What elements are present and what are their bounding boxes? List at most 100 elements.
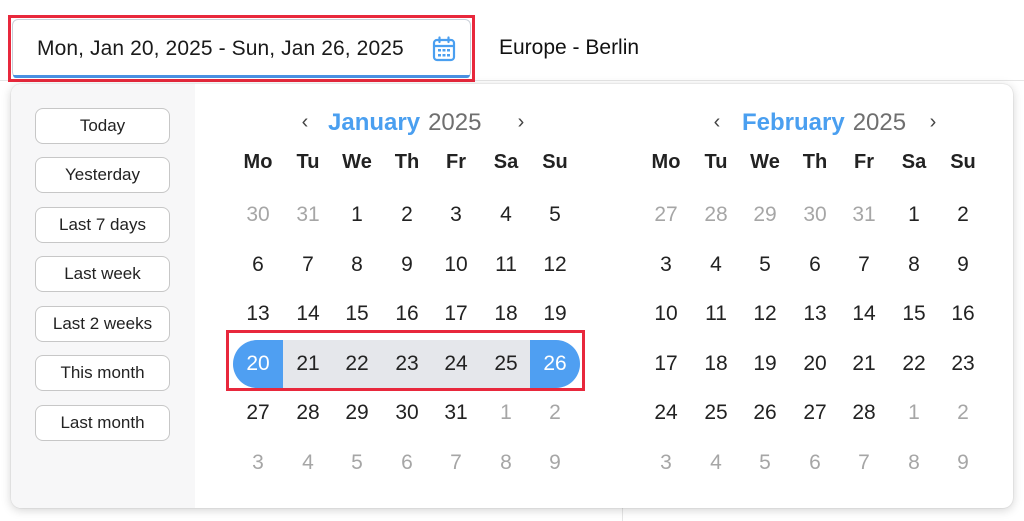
next-month-button[interactable]: ›	[926, 111, 940, 134]
day-cell-in-range[interactable]: 21	[283, 342, 333, 386]
month-year[interactable]: 2025	[853, 109, 906, 136]
day-cell[interactable]: 2	[382, 193, 432, 237]
day-cell[interactable]: 9	[938, 441, 988, 485]
day-cell[interactable]: 27	[641, 193, 691, 237]
day-cell[interactable]: 8	[481, 441, 531, 485]
day-cell[interactable]: 4	[481, 193, 531, 237]
day-cell[interactable]: 22	[889, 342, 939, 386]
day-cell[interactable]: 20	[790, 342, 840, 386]
day-cell[interactable]: 28	[283, 391, 333, 435]
preset-last-2-weeks-button[interactable]: Last 2 weeks	[35, 306, 170, 342]
day-cell[interactable]: 18	[691, 342, 741, 386]
day-cell[interactable]: 26	[740, 391, 790, 435]
day-cell[interactable]: 3	[233, 441, 283, 485]
day-cell[interactable]: 31	[283, 193, 333, 237]
prev-month-button[interactable]: ‹	[710, 111, 724, 134]
day-cell[interactable]: 6	[382, 441, 432, 485]
day-cell[interactable]: 28	[691, 193, 741, 237]
day-cell[interactable]: 2	[938, 391, 988, 435]
day-cell[interactable]: 10	[431, 243, 481, 287]
preset-last-7-days-button[interactable]: Last 7 days	[35, 207, 170, 243]
day-cell[interactable]: 1	[481, 391, 531, 435]
day-cell[interactable]: 21	[839, 342, 889, 386]
preset-last-month-button[interactable]: Last month	[35, 405, 170, 441]
day-cell[interactable]: 19	[740, 342, 790, 386]
day-cell[interactable]: 14	[839, 292, 889, 336]
day-cell[interactable]: 5	[740, 243, 790, 287]
day-cell[interactable]: 1	[889, 391, 939, 435]
date-range-input[interactable]: Mon, Jan 20, 2025 - Sun, Jan 26, 2025	[12, 19, 471, 78]
day-cell[interactable]: 5	[332, 441, 382, 485]
day-cell[interactable]: 13	[790, 292, 840, 336]
next-month-button[interactable]: ›	[514, 111, 528, 134]
day-cell[interactable]: 18	[481, 292, 531, 336]
day-cell[interactable]: 30	[233, 193, 283, 237]
preset-last-week-button[interactable]: Last week	[35, 256, 170, 292]
day-cell[interactable]: 23	[938, 342, 988, 386]
day-cell[interactable]: 11	[481, 243, 531, 287]
day-cell[interactable]: 6	[790, 441, 840, 485]
day-cell[interactable]: 29	[740, 193, 790, 237]
day-cell[interactable]: 7	[839, 441, 889, 485]
day-cell[interactable]: 4	[283, 441, 333, 485]
day-cell[interactable]: 4	[691, 441, 741, 485]
day-cell[interactable]: 17	[641, 342, 691, 386]
day-cell[interactable]: 16	[938, 292, 988, 336]
day-cell[interactable]: 10	[641, 292, 691, 336]
calendar-icon[interactable]	[432, 36, 456, 62]
day-cell[interactable]: 2	[938, 193, 988, 237]
day-cell-selected[interactable]: 20	[233, 342, 283, 386]
day-cell[interactable]: 9	[382, 243, 432, 287]
preset-today-button[interactable]: Today	[35, 108, 170, 144]
day-cell-in-range[interactable]: 23	[382, 342, 432, 386]
day-cell[interactable]: 12	[740, 292, 790, 336]
day-cell[interactable]: 8	[889, 243, 939, 287]
day-cell[interactable]: 14	[283, 292, 333, 336]
day-cell[interactable]: 6	[233, 243, 283, 287]
day-cell[interactable]: 8	[889, 441, 939, 485]
day-cell[interactable]: 28	[839, 391, 889, 435]
day-cell[interactable]: 17	[431, 292, 481, 336]
timezone-label[interactable]: Europe - Berlin	[499, 36, 639, 60]
day-cell[interactable]: 13	[233, 292, 283, 336]
day-cell[interactable]: 19	[530, 292, 580, 336]
day-cell[interactable]: 15	[332, 292, 382, 336]
preset-this-month-button[interactable]: This month	[35, 355, 170, 391]
month-name[interactable]: January	[328, 109, 420, 136]
day-cell[interactable]: 15	[889, 292, 939, 336]
day-cell[interactable]: 27	[233, 391, 283, 435]
day-cell[interactable]: 3	[431, 193, 481, 237]
day-cell[interactable]: 5	[530, 193, 580, 237]
prev-month-button[interactable]: ‹	[298, 111, 312, 134]
day-cell[interactable]: 25	[691, 391, 741, 435]
month-name[interactable]: February	[742, 109, 845, 136]
day-cell[interactable]: 8	[332, 243, 382, 287]
day-cell[interactable]: 7	[283, 243, 333, 287]
preset-yesterday-button[interactable]: Yesterday	[35, 157, 170, 193]
day-cell[interactable]: 1	[889, 193, 939, 237]
day-cell[interactable]: 3	[641, 441, 691, 485]
day-cell[interactable]: 4	[691, 243, 741, 287]
day-cell-in-range[interactable]: 25	[481, 342, 531, 386]
day-cell[interactable]: 3	[641, 243, 691, 287]
day-cell[interactable]: 9	[530, 441, 580, 485]
day-cell[interactable]: 6	[790, 243, 840, 287]
day-cell[interactable]: 12	[530, 243, 580, 287]
day-cell-selected[interactable]: 26	[530, 342, 580, 386]
day-cell[interactable]: 1	[332, 193, 382, 237]
day-cell[interactable]: 31	[839, 193, 889, 237]
day-cell[interactable]: 7	[839, 243, 889, 287]
day-cell[interactable]: 9	[938, 243, 988, 287]
day-cell[interactable]: 31	[431, 391, 481, 435]
day-cell[interactable]: 27	[790, 391, 840, 435]
day-cell[interactable]: 24	[641, 391, 691, 435]
day-cell[interactable]: 5	[740, 441, 790, 485]
day-cell-in-range[interactable]: 22	[332, 342, 382, 386]
day-cell[interactable]: 2	[530, 391, 580, 435]
day-cell[interactable]: 16	[382, 292, 432, 336]
day-cell[interactable]: 29	[332, 391, 382, 435]
month-year[interactable]: 2025	[428, 109, 481, 136]
day-cell-in-range[interactable]: 24	[431, 342, 481, 386]
day-cell[interactable]: 30	[790, 193, 840, 237]
day-cell[interactable]: 11	[691, 292, 741, 336]
